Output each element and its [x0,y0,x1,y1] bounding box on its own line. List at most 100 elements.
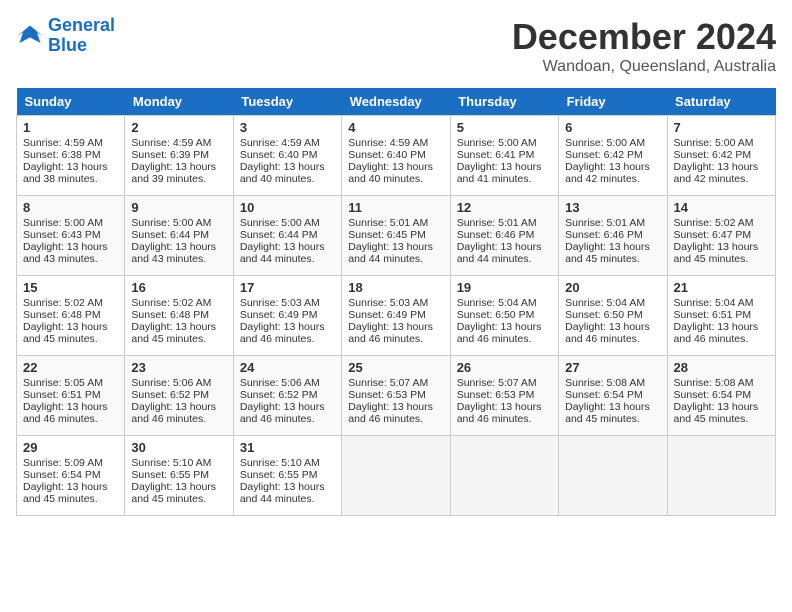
daylight-minutes: and 42 minutes. [674,173,749,185]
day-number: 24 [240,360,335,375]
sunset-text: Sunset: 6:54 PM [674,389,752,401]
daylight-label: Daylight: 13 hours [348,401,433,413]
sunrise-text: Sunrise: 5:02 AM [131,297,211,309]
sunset-text: Sunset: 6:52 PM [240,389,318,401]
daylight-label: Daylight: 13 hours [674,161,759,173]
daylight-label: Daylight: 13 hours [457,161,542,173]
daylight-label: Daylight: 13 hours [131,321,216,333]
sunset-text: Sunset: 6:40 PM [348,149,426,161]
sunrise-text: Sunrise: 5:03 AM [348,297,428,309]
sunrise-text: Sunrise: 5:00 AM [240,217,320,229]
day-header-saturday: Saturday [667,88,775,116]
daylight-label: Daylight: 13 hours [23,481,108,493]
sunrise-text: Sunrise: 5:10 AM [240,457,320,469]
sunrise-text: Sunrise: 4:59 AM [131,137,211,149]
day-number: 27 [565,360,660,375]
sunrise-text: Sunrise: 5:08 AM [674,377,754,389]
day-number: 16 [131,280,226,295]
day-number: 4 [348,120,443,135]
calendar-cell [667,436,775,516]
calendar-cell: 1Sunrise: 4:59 AMSunset: 6:38 PMDaylight… [17,116,125,196]
day-number: 14 [674,200,769,215]
week-row-1: 1Sunrise: 4:59 AMSunset: 6:38 PMDaylight… [17,116,776,196]
daylight-label: Daylight: 13 hours [240,161,325,173]
sunrise-text: Sunrise: 5:08 AM [565,377,645,389]
sunset-text: Sunset: 6:47 PM [674,229,752,241]
sunrise-text: Sunrise: 5:05 AM [23,377,103,389]
sunset-text: Sunset: 6:42 PM [565,149,643,161]
sunrise-text: Sunrise: 4:59 AM [23,137,103,149]
calendar-cell [450,436,558,516]
day-header-monday: Monday [125,88,233,116]
daylight-minutes: and 45 minutes. [23,493,98,505]
sunset-text: Sunset: 6:52 PM [131,389,209,401]
sunset-text: Sunset: 6:49 PM [348,309,426,321]
daylight-minutes: and 46 minutes. [457,413,532,425]
sunrise-text: Sunrise: 5:10 AM [131,457,211,469]
calendar-cell: 7Sunrise: 5:00 AMSunset: 6:42 PMDaylight… [667,116,775,196]
day-header-friday: Friday [559,88,667,116]
daylight-label: Daylight: 13 hours [23,241,108,253]
day-number: 5 [457,120,552,135]
day-number: 17 [240,280,335,295]
day-number: 18 [348,280,443,295]
daylight-minutes: and 40 minutes. [348,173,423,185]
day-number: 11 [348,200,443,215]
daylight-minutes: and 46 minutes. [131,413,206,425]
sunset-text: Sunset: 6:48 PM [131,309,209,321]
sunset-text: Sunset: 6:51 PM [674,309,752,321]
daylight-minutes: and 44 minutes. [240,493,315,505]
sunrise-text: Sunrise: 5:03 AM [240,297,320,309]
daylight-label: Daylight: 13 hours [348,241,433,253]
daylight-minutes: and 45 minutes. [131,493,206,505]
sunrise-text: Sunrise: 5:04 AM [565,297,645,309]
daylight-minutes: and 46 minutes. [23,413,98,425]
calendar-cell: 31Sunrise: 5:10 AMSunset: 6:55 PMDayligh… [233,436,341,516]
daylight-label: Daylight: 13 hours [565,401,650,413]
day-number: 26 [457,360,552,375]
day-number: 1 [23,120,118,135]
calendar-cell: 6 Sunrise: 5:00 AMSunset: 6:42 PMDaylight… [559,116,667,196]
sunset-text: Sunset: 6:48 PM [23,309,101,321]
daylight-minutes: and 45 minutes. [23,333,98,345]
calendar-cell [559,436,667,516]
day-number: 2 [131,120,226,135]
calendar-header: SundayMondayTuesdayWednesdayThursdayFrid… [17,88,776,116]
sunset-text: Sunset: 6:53 PM [348,389,426,401]
day-number: 3 [240,120,335,135]
daylight-minutes: and 44 minutes. [457,253,532,265]
daylight-minutes: and 44 minutes. [348,253,423,265]
daylight-minutes: and 41 minutes. [457,173,532,185]
sunrise-text: Sunrise: 5:09 AM [23,457,103,469]
calendar-cell: 9Sunrise: 5:00 AMSunset: 6:44 PMDaylight… [125,196,233,276]
daylight-label: Daylight: 13 hours [565,161,650,173]
calendar-cell: 5Sunrise: 5:00 AMSunset: 6:41 PMDaylight… [450,116,558,196]
sunset-text: Sunset: 6:51 PM [23,389,101,401]
sunrise-text: Sunrise: 5:01 AM [457,217,537,229]
sunset-text: Sunset: 6:49 PM [240,309,318,321]
daylight-label: Daylight: 13 hours [131,161,216,173]
daylight-minutes: and 43 minutes. [23,253,98,265]
daylight-minutes: and 44 minutes. [240,253,315,265]
daylight-label: Daylight: 13 hours [23,161,108,173]
sunset-text: Sunset: 6:55 PM [240,469,318,481]
calendar-table: SundayMondayTuesdayWednesdayThursdayFrid… [16,88,776,516]
calendar-cell [342,436,450,516]
calendar-cell: 17Sunrise: 5:03 AMSunset: 6:49 PMDayligh… [233,276,341,356]
week-row-5: 29Sunrise: 5:09 AMSunset: 6:54 PMDayligh… [17,436,776,516]
daylight-minutes: and 46 minutes. [240,413,315,425]
day-number: 22 [23,360,118,375]
day-number: 25 [348,360,443,375]
daylight-minutes: and 45 minutes. [131,333,206,345]
daylight-label: Daylight: 13 hours [457,321,542,333]
day-number: 8 [23,200,118,215]
sunset-text: Sunset: 6:44 PM [240,229,318,241]
daylight-minutes: and 38 minutes. [23,173,98,185]
title-area: December 2024 Wandoan, Queensland, Austr… [512,16,776,76]
sunset-text: Sunset: 6:50 PM [457,309,535,321]
daylight-label: Daylight: 13 hours [457,241,542,253]
daylight-label: Daylight: 13 hours [565,241,650,253]
sunrise-text: Sunrise: 5:00 AM [565,137,645,149]
day-number: 6 [565,120,660,135]
day-header-thursday: Thursday [450,88,558,116]
